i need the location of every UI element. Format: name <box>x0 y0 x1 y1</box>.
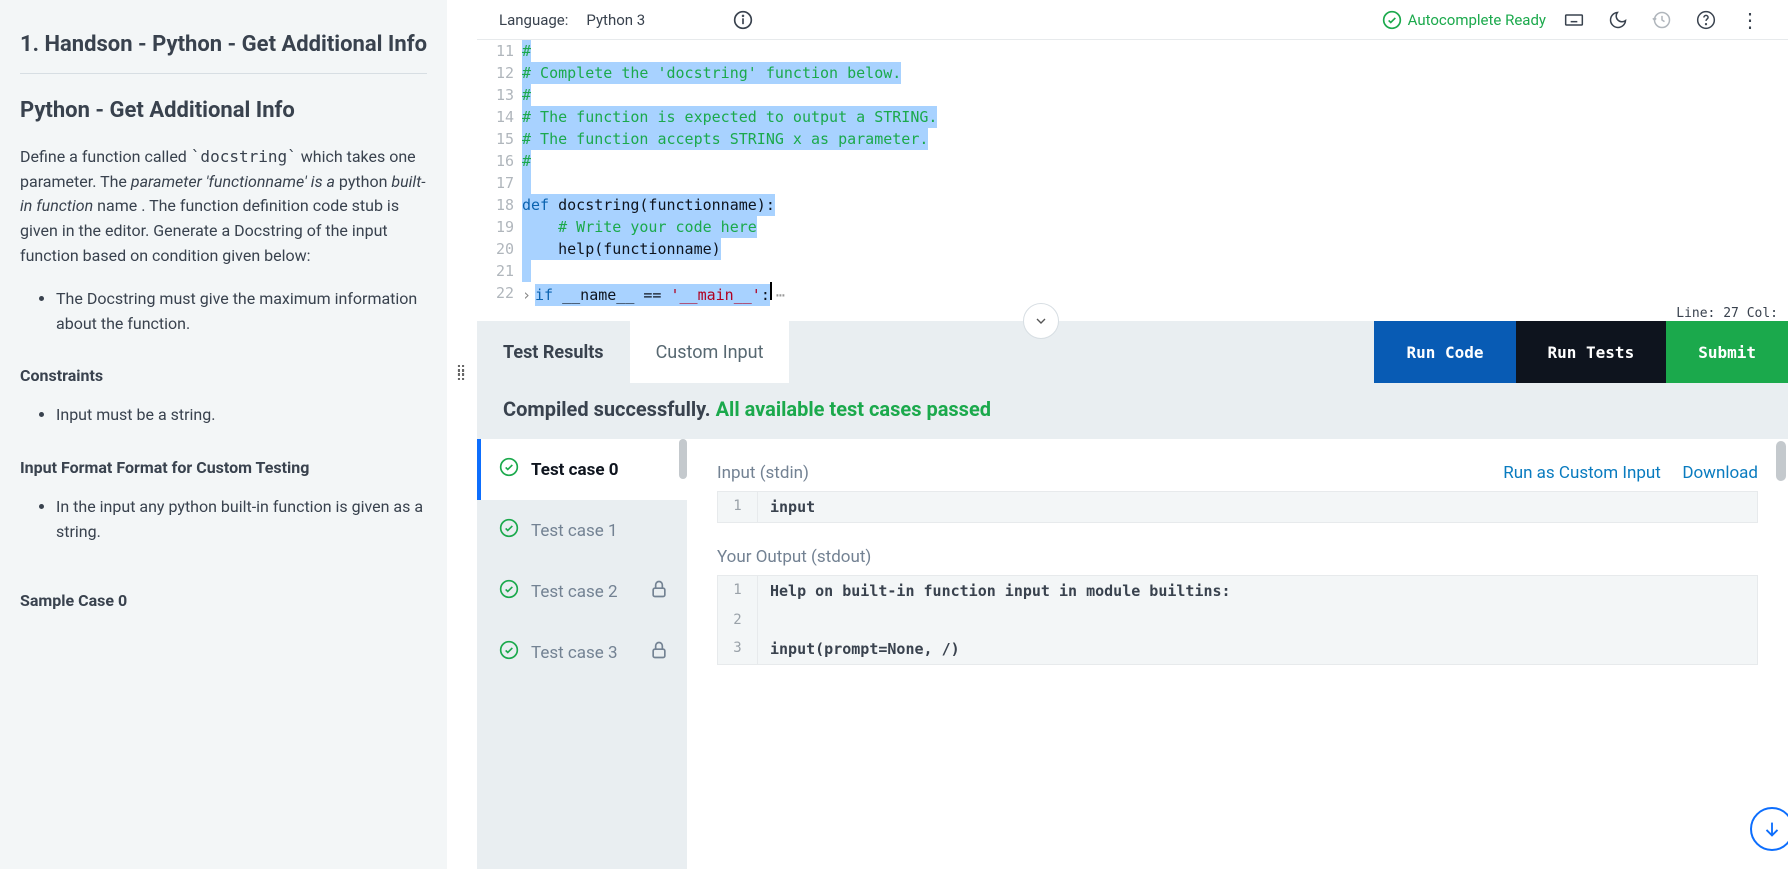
sample-case-heading: Sample Case 0 <box>20 591 427 610</box>
constraints-heading: Constraints <box>20 366 427 385</box>
fold-icon[interactable]: › <box>522 286 531 304</box>
tab-custom-input[interactable]: Custom Input <box>630 321 790 383</box>
stdout-box: 1Help on built-in function input in modu… <box>717 575 1758 665</box>
lock-icon <box>649 640 669 665</box>
lock-icon <box>649 579 669 604</box>
moon-icon[interactable] <box>1602 10 1634 30</box>
bullet-docstring-info: The Docstring must give the maximum info… <box>56 287 427 337</box>
testcase-3[interactable]: Test case 3 <box>477 622 687 683</box>
check-icon <box>499 640 519 665</box>
compile-status-line: Compiled successfully. All available tes… <box>477 383 1788 439</box>
code-text-area[interactable]: # # Complete the 'docstring' function be… <box>522 40 1788 304</box>
results-tabs-bar: Test Results Custom Input Run Code Run T… <box>477 321 1788 383</box>
input-format-heading: Input Format Format for Custom Testing <box>20 458 427 477</box>
editor-pane: Language: Python 3 Autocomplete Ready <box>477 0 1788 869</box>
more-menu-icon[interactable]: ⋮ <box>1734 8 1766 32</box>
results-main: Test case 0 Test case 1 Test case 2 Test… <box>477 439 1788 869</box>
problem-title: 1. Handson - Python - Get Additional Inf… <box>20 30 427 61</box>
description-bullets: The Docstring must give the maximum info… <box>20 287 427 337</box>
run-code-button[interactable]: Run Code <box>1374 321 1515 383</box>
testcase-1[interactable]: Test case 1 <box>477 500 687 561</box>
run-tests-button[interactable]: Run Tests <box>1516 321 1667 383</box>
code-editor[interactable]: 111213 141516 171819 202122 # # Complete… <box>477 40 1788 304</box>
testcase-detail: Input (stdin) Run as Custom Input Downlo… <box>687 439 1788 869</box>
scroll-down-button[interactable] <box>1750 807 1788 851</box>
submit-button[interactable]: Submit <box>1666 321 1788 383</box>
output-stdout-label: Your Output (stdout) <box>717 547 1758 567</box>
stdin-box: 1input <box>717 491 1758 523</box>
results-body: Compiled successfully. All available tes… <box>477 383 1788 869</box>
language-value[interactable]: Python 3 <box>586 11 645 29</box>
history-icon[interactable] <box>1646 10 1678 30</box>
problem-description: Define a function called `docstring` whi… <box>20 145 427 269</box>
input-stdin-label: Input (stdin) <box>717 463 809 483</box>
problem-subtitle: Python - Get Additional Info <box>20 98 427 123</box>
vertical-splitter[interactable]: ⠿⠿ <box>447 0 477 869</box>
info-icon[interactable] <box>727 10 759 30</box>
editor-cursor-status: Line: 27 Col: <box>477 304 1788 321</box>
check-icon <box>499 457 519 482</box>
help-icon[interactable] <box>1690 10 1722 30</box>
horizontal-splitter[interactable]: Test Results Custom Input Run Code Run T… <box>477 321 1788 383</box>
language-label: Language: <box>499 11 568 29</box>
line-number-gutter: 111213 141516 171819 202122 <box>477 40 522 304</box>
scrollbar[interactable] <box>1776 441 1786 481</box>
divider <box>20 73 427 74</box>
scrollbar[interactable] <box>679 439 687 479</box>
input-format-list: In the input any python built-in functio… <box>20 495 427 545</box>
download-link[interactable]: Download <box>1682 463 1758 483</box>
editor-topbar: Language: Python 3 Autocomplete Ready <box>477 0 1788 40</box>
tab-test-results[interactable]: Test Results <box>477 321 630 383</box>
check-icon <box>499 579 519 604</box>
constraint-item: Input must be a string. <box>56 403 427 428</box>
collapse-panel-button[interactable] <box>1023 303 1059 339</box>
autocomplete-ready-indicator: Autocomplete Ready <box>1382 10 1546 30</box>
problem-description-pane: 1. Handson - Python - Get Additional Inf… <box>0 0 447 869</box>
drag-handle-icon: ⠿⠿ <box>456 370 468 380</box>
check-icon <box>499 518 519 543</box>
testcase-0[interactable]: Test case 0 <box>477 439 687 500</box>
constraints-list: Input must be a string. <box>20 403 427 428</box>
testcase-list: Test case 0 Test case 1 Test case 2 Test… <box>477 439 687 869</box>
run-as-custom-input-link[interactable]: Run as Custom Input <box>1503 463 1661 483</box>
input-format-item: In the input any python built-in functio… <box>56 495 427 545</box>
folded-code-icon[interactable]: ⋯ <box>776 286 786 304</box>
keyboard-icon[interactable] <box>1558 10 1590 30</box>
testcase-2[interactable]: Test case 2 <box>477 561 687 622</box>
